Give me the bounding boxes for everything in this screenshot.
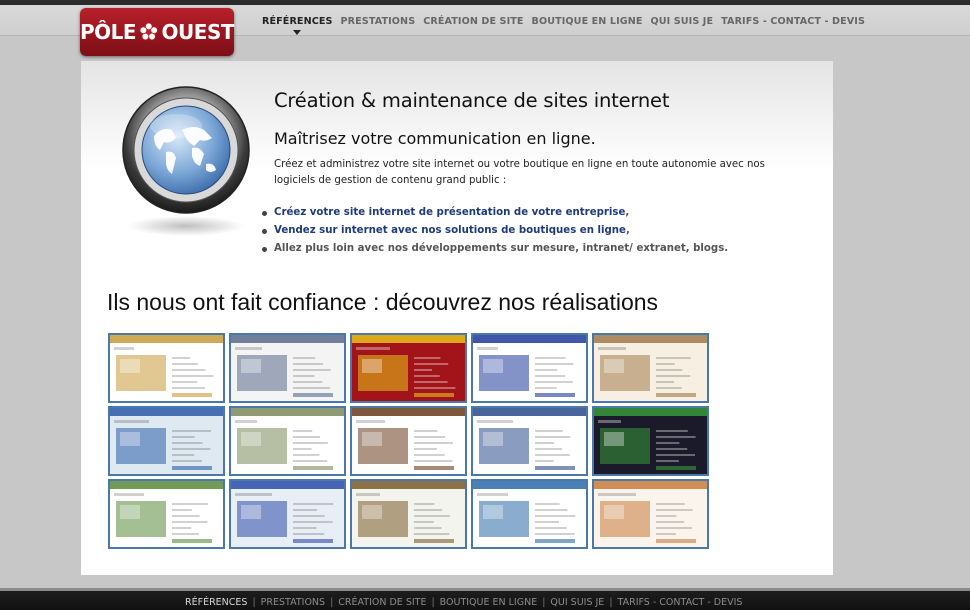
footer-link[interactable]: PRESTATIONS	[261, 597, 325, 608]
reference-thumbnail[interactable]	[592, 333, 709, 403]
create-site-link[interactable]: Créez votre site internet de présentatio…	[274, 207, 625, 218]
online-shop-link[interactable]: Vendez sur internet avec nos solutions d…	[274, 225, 626, 236]
footer-link[interactable]: TARIFS - CONTACT - DEVIS	[618, 597, 743, 608]
footer-separator: |	[330, 597, 334, 608]
nav-item-creation-de-site[interactable]: CRÉATION DE SITE	[423, 16, 523, 27]
intro-text: Créez et administrez votre site internet…	[274, 159, 765, 186]
reference-thumbnail[interactable]	[108, 479, 225, 549]
reference-thumbnail[interactable]	[350, 333, 467, 403]
footer-separator: |	[431, 597, 435, 608]
reference-thumbnail[interactable]	[592, 479, 709, 549]
footer-separator: |	[542, 597, 546, 608]
reference-thumbnail[interactable]	[471, 333, 588, 403]
brand-logo[interactable]: PÔLE OUEST	[80, 8, 235, 56]
feature-list: Créez votre site internet de présentatio…	[260, 204, 728, 258]
flower-icon	[139, 22, 158, 41]
footer-link[interactable]: BOUTIQUE EN LIGNE	[440, 597, 538, 608]
nav-item-tarifs-contact-devis[interactable]: TARIFS - CONTACT - DEVIS	[721, 16, 865, 27]
list-item: Créez votre site internet de présentatio…	[260, 204, 728, 222]
list-item-suffix: ,	[625, 225, 630, 236]
references-title: Ils nous ont fait confiance : découvrez …	[107, 289, 659, 315]
reference-thumbnail[interactable]	[471, 406, 588, 476]
reference-thumbnail[interactable]	[229, 406, 346, 476]
reference-thumbnail[interactable]	[471, 479, 588, 549]
page-subtitle: Maîtrisez votre communication en ligne.	[274, 129, 596, 148]
reference-thumbnail[interactable]	[229, 479, 346, 549]
page-title: Création & maintenance de sites internet	[274, 89, 670, 112]
main-nav: RÉFÉRENCES PRESTATIONS CRÉATION DE SITE …	[262, 16, 865, 35]
nav-item-boutique-en-ligne[interactable]: BOUTIQUE EN LIGNE	[532, 16, 643, 27]
footer-link[interactable]: QUI SUIS JE	[550, 597, 604, 608]
footer-link[interactable]: CRÉATION DE SITE	[338, 597, 426, 608]
reference-thumbnail[interactable]	[350, 406, 467, 476]
nav-item-qui-suis-je[interactable]: QUI SUIS JE	[651, 16, 714, 27]
brand-left: PÔLE	[80, 20, 137, 44]
nav-item-prestations[interactable]: PRESTATIONS	[341, 16, 416, 27]
reference-thumbnail[interactable]	[229, 333, 346, 403]
footer-separator: |	[252, 597, 256, 608]
reference-thumbnail[interactable]	[108, 333, 225, 403]
brand-right: OUEST	[161, 20, 235, 44]
footer-link[interactable]: RÉFÉRENCES	[185, 597, 247, 608]
list-item-suffix: ,	[625, 207, 630, 218]
list-item: Allez plus loin avec nos développements …	[260, 240, 728, 258]
reference-thumbnail[interactable]	[592, 406, 709, 476]
footer-nav: RÉFÉRENCES | PRESTATIONS | CRÉATION DE SITE |…	[185, 597, 742, 608]
globe-icon	[120, 86, 252, 241]
list-item: Vendez sur internet avec nos solutions d…	[260, 222, 728, 240]
reference-thumbnail[interactable]	[350, 479, 467, 549]
reference-thumbnail[interactable]	[108, 406, 225, 476]
nav-item-references[interactable]: RÉFÉRENCES	[262, 16, 333, 35]
list-item-text: Allez plus loin avec nos développements …	[274, 243, 729, 254]
footer-separator: |	[609, 597, 613, 608]
references-grid	[108, 333, 709, 549]
